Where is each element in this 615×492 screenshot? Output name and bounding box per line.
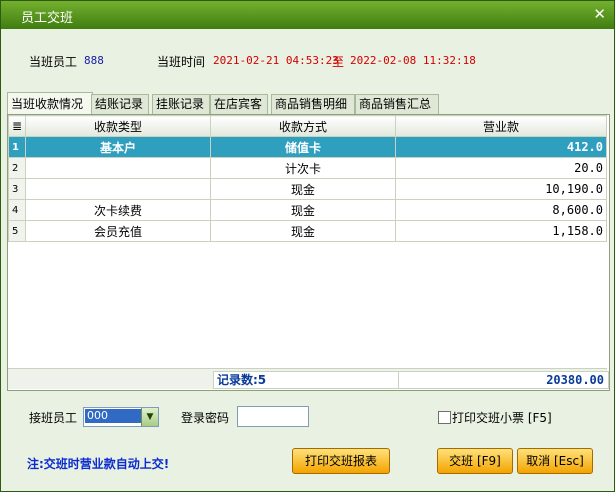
end-time: 2022-02-08 11:32:18	[350, 54, 476, 67]
cell-method: 现金	[210, 199, 396, 221]
cell-amount: 1,158.0	[395, 220, 607, 242]
col-payment-method[interactable]: 收款方式	[210, 115, 396, 137]
table-header-row: ≣ 收款类型 收款方式 营业款	[8, 115, 607, 137]
cell-type: 会员充值	[25, 220, 211, 242]
cell-type	[25, 157, 211, 179]
table-row[interactable]: 4 次卡续费 现金 8,600.0	[8, 199, 607, 221]
print-report-button[interactable]: 打印交班报表	[292, 448, 390, 474]
receipts-panel: ≣ 收款类型 收款方式 营业款 1 基本户 储值卡 412.0 2 计次卡 20…	[7, 114, 610, 391]
cell-method: 计次卡	[210, 157, 396, 179]
cell-method: 现金	[210, 178, 396, 200]
to-label: 至	[332, 55, 345, 69]
tab-shift-receipts[interactable]: 当班收款情况	[7, 92, 93, 115]
table-row[interactable]: 5 会员充值 现金 1,158.0	[8, 220, 607, 242]
password-label: 登录密码	[181, 411, 230, 425]
title-bar: 员工交班 ✕	[1, 1, 614, 29]
close-icon[interactable]: ✕	[593, 5, 606, 23]
cancel-button[interactable]: 取消 [Esc]	[517, 448, 593, 474]
row-index: 3	[8, 178, 26, 200]
start-time: 2021-02-21 04:53:23	[213, 54, 339, 67]
staff-label: 当班员工	[29, 55, 78, 69]
record-count: 记录数:5	[213, 371, 403, 389]
row-index: 5	[8, 220, 26, 242]
table-row[interactable]: 2 计次卡 20.0	[8, 157, 607, 179]
cell-amount: 8,600.0	[395, 199, 607, 221]
cell-type	[25, 178, 211, 200]
list-icon[interactable]: ≣	[8, 115, 26, 137]
row-index: 1	[8, 136, 26, 158]
print-ticket-checkbox[interactable]	[438, 411, 451, 424]
table-footer: 记录数:5 20380.00	[8, 368, 609, 389]
chevron-down-icon[interactable]: ▼	[141, 408, 158, 426]
print-ticket-label[interactable]: 打印交班小票 [F5]	[452, 409, 552, 426]
cell-amount: 20.0	[395, 157, 607, 179]
tab-product-sales-detail[interactable]: 商品销售明细	[271, 94, 355, 114]
handover-staff-label: 接班员工	[29, 411, 78, 425]
shift-handover-window: 员工交班 ✕ 当班员工 888 当班时间 2021-02-21 04:53:23…	[0, 0, 615, 492]
tab-in-house-guests[interactable]: 在店宾客	[210, 94, 268, 114]
cell-type: 基本户	[25, 136, 211, 158]
cell-amount: 10,190.0	[395, 178, 607, 200]
row-index: 2	[8, 157, 26, 179]
handover-button[interactable]: 交班 [F9]	[437, 448, 513, 474]
tab-product-sales-summary[interactable]: 商品销售汇总	[355, 94, 439, 114]
time-label: 当班时间	[157, 55, 206, 69]
tab-credit-records[interactable]: 挂账记录	[152, 94, 210, 114]
cell-type: 次卡续费	[25, 199, 211, 221]
cell-amount: 412.0	[395, 136, 607, 158]
staff-value: 888	[84, 54, 104, 67]
total-amount: 20380.00	[398, 371, 609, 389]
handover-staff-value: 000	[85, 409, 141, 423]
cell-method: 储值卡	[210, 136, 396, 158]
handover-staff-select[interactable]: 000 ▼	[83, 407, 159, 427]
row-index: 4	[8, 199, 26, 221]
table-row[interactable]: 1 基本户 储值卡 412.0	[8, 136, 607, 158]
col-amount[interactable]: 营业款	[395, 115, 607, 137]
receipts-table: ≣ 收款类型 收款方式 营业款 1 基本户 储值卡 412.0 2 计次卡 20…	[8, 115, 607, 242]
window-title: 员工交班	[21, 11, 74, 26]
password-input[interactable]	[237, 406, 309, 427]
table-row[interactable]: 3 现金 10,190.0	[8, 178, 607, 200]
tab-checkout-records[interactable]: 结账记录	[91, 94, 149, 114]
cell-method: 现金	[210, 220, 396, 242]
auto-submit-note: 注:交班时营业款自动上交!	[27, 457, 170, 471]
col-receipt-type[interactable]: 收款类型	[25, 115, 211, 137]
